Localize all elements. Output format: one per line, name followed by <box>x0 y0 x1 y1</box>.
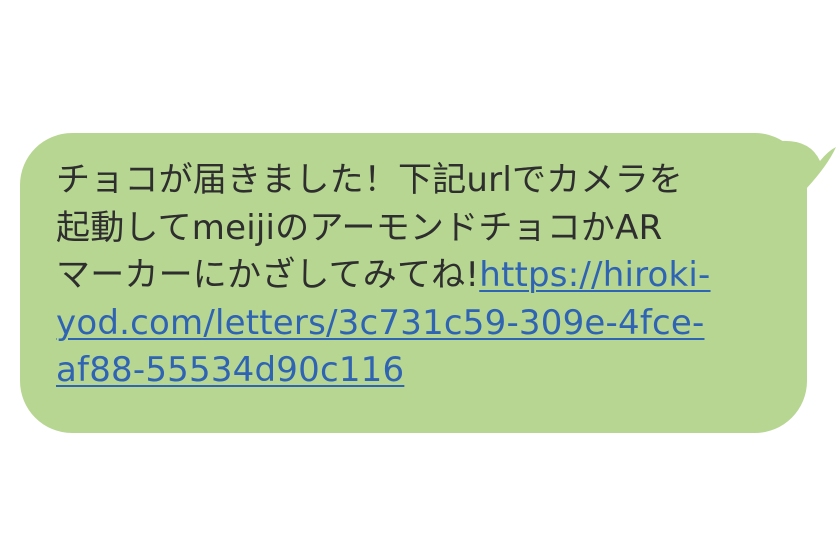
message-line-5: af88-55534d90c116 <box>56 347 768 395</box>
message-line-3-text: マーカーにかざしてみてね! <box>56 255 480 295</box>
message-line-3: マーカーにかざしてみてね!https://hiroki- <box>56 252 768 300</box>
message-line-2: 起動してmeijiのアーモンドチョコかAR <box>56 207 663 248</box>
bubble-tail <box>780 140 836 189</box>
letter-link-part-1[interactable]: https://hiroki- <box>479 255 710 295</box>
message-bubble: チョコが届きました！下記urlでカメラを 起動してmeijiのアーモンドチョコか… <box>20 133 836 433</box>
letter-link-part-2[interactable]: yod.com/letters/3c731c59-309e-4fce- <box>56 303 704 343</box>
message-line-4: yod.com/letters/3c731c59-309e-4fce- <box>56 300 768 348</box>
letter-link-part-3[interactable]: af88-55534d90c116 <box>56 350 404 390</box>
message-line-1: チョコが届きました！下記urlでカメラを <box>56 160 683 200</box>
message-text: チョコが届きました！下記urlでカメラを 起動してmeijiのアーモンドチョコか… <box>56 157 768 395</box>
